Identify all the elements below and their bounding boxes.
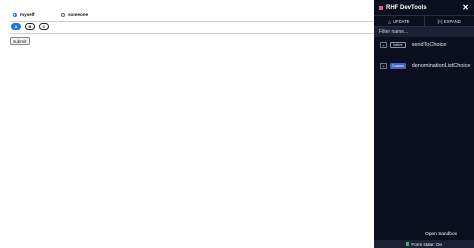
expand-label: EXPAND	[443, 18, 461, 24]
expand-field-button[interactable]: +	[380, 42, 387, 48]
radio-myself[interactable]: myself	[13, 12, 35, 17]
radio-myself-label: myself	[20, 12, 35, 17]
field-type-badge: Custom	[390, 63, 406, 69]
field-name: denominationListChoice	[411, 63, 471, 69]
expand-field-button[interactable]: +	[380, 63, 387, 69]
expand-icon: [+]	[437, 18, 443, 24]
update-label: UPDATE	[392, 18, 410, 24]
option-pill-group: A B C	[11, 23, 49, 30]
radio-myself-control[interactable]	[13, 12, 17, 17]
field-name: sendToChoice	[411, 42, 447, 48]
expand-button[interactable]: [+] EXPAND	[423, 16, 474, 26]
radio-someone[interactable]: someone	[61, 12, 88, 17]
divider-top	[10, 21, 374, 22]
radio-someone-control[interactable]	[61, 12, 65, 17]
pill-a[interactable]: A	[11, 23, 21, 30]
rhf-logo-icon	[379, 5, 383, 10]
close-icon[interactable]: ✕	[462, 3, 469, 12]
submit-button[interactable]: submit	[10, 37, 30, 45]
update-button[interactable]: △ UPDATE	[374, 16, 424, 26]
rhf-devtools-panel: RHF DevTools ✕ △ UPDATE [+] EXPAND Filte…	[374, 0, 474, 248]
triangle-icon: △	[388, 18, 392, 24]
devtools-title: RHF DevTools	[386, 4, 427, 11]
filter-input[interactable]: Filter name...	[374, 27, 474, 37]
devtools-footer: Form state: On	[374, 240, 474, 248]
radio-someone-label: someone	[68, 12, 89, 17]
open-sandbox-button[interactable]: Open Sandbox	[422, 229, 461, 239]
field-type-badge: Native	[390, 42, 406, 48]
form-state-text: Form state: On	[411, 241, 443, 247]
status-icon	[405, 242, 410, 246]
devtools-header: RHF DevTools ✕	[374, 0, 474, 15]
field-row-sendtochoice[interactable]: + Native sendToChoice	[380, 42, 446, 48]
field-row-denominationlistchoice[interactable]: + Custom denominationListChoice	[380, 63, 470, 69]
pill-c[interactable]: C	[39, 23, 49, 30]
devtools-actions: △ UPDATE [+] EXPAND	[374, 15, 474, 27]
divider-bottom	[10, 33, 374, 34]
pill-b[interactable]: B	[25, 23, 35, 30]
